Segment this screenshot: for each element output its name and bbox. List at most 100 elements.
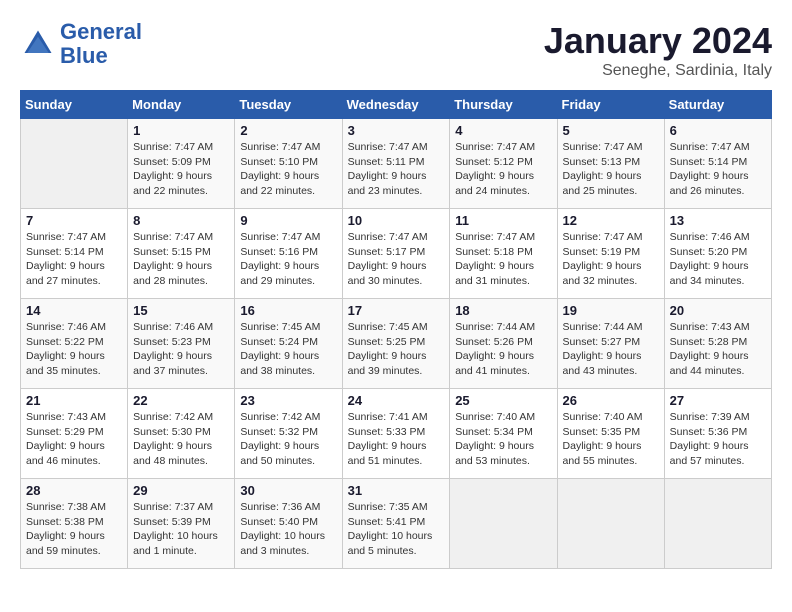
month-year-title: January 2024 [544,20,772,62]
calendar-week-row: 1Sunrise: 7:47 AMSunset: 5:09 PMDaylight… [21,119,772,209]
calendar-cell: 16Sunrise: 7:45 AMSunset: 5:24 PMDayligh… [235,299,342,389]
day-info: Sunrise: 7:40 AMSunset: 5:34 PMDaylight:… [455,410,551,469]
calendar-cell: 26 Sunrise: 7:40 AMSunset: 5:35 PMDayligh… [557,389,664,479]
day-info: Sunrise: 7:44 AMSunset: 5:26 PMDaylight:… [455,320,551,379]
calendar-cell: 4 Sunrise: 7:47 AMSunset: 5:12 PMDaylight… [450,119,557,209]
day-number: 17 [348,303,445,318]
day-info: Sunrise: 7:42 AMSunset: 5:32 PMDaylight:… [240,410,336,469]
calendar-cell: 14 Sunrise: 7:46 AMSunset: 5:22 PMDayligh… [21,299,128,389]
calendar-cell: 27Sunrise: 7:39 AMSunset: 5:36 PMDayligh… [664,389,771,479]
calendar-cell: 20Sunrise: 7:43 AMSunset: 5:28 PMDayligh… [664,299,771,389]
day-info: Sunrise: 7:47 AMSunset: 5:09 PMDaylight:… [133,140,229,199]
day-info: Sunrise: 7:46 AMSunset: 5:22 PMDaylight:… [26,320,122,379]
calendar-cell: 30 Sunrise: 7:36 AMSunset: 5:40 PMDayligh… [235,479,342,569]
calendar-week-row: 21Sunrise: 7:43 AMSunset: 5:29 PMDayligh… [21,389,772,479]
day-info: Sunrise: 7:39 AMSunset: 5:36 PMDaylight:… [670,410,766,469]
day-number: 18 [455,303,551,318]
calendar-cell: 10Sunrise: 7:47 AMSunset: 5:17 PMDayligh… [342,209,450,299]
calendar-cell: 8Sunrise: 7:47 AMSunset: 5:15 PMDaylight… [128,209,235,299]
weekday-header-sunday: Sunday [21,91,128,119]
calendar-cell: 2Sunrise: 7:47 AMSunset: 5:10 PMDaylight… [235,119,342,209]
day-info: Sunrise: 7:47 AMSunset: 5:17 PMDaylight:… [348,230,445,289]
day-number: 30 [240,483,336,498]
calendar-week-row: 14 Sunrise: 7:46 AMSunset: 5:22 PMDayligh… [21,299,772,389]
day-info: Sunrise: 7:43 AMSunset: 5:28 PMDaylight:… [670,320,766,379]
day-info: Sunrise: 7:47 AMSunset: 5:16 PMDaylight:… [240,230,336,289]
calendar-cell: 22 Sunrise: 7:42 AMSunset: 5:30 PMDayligh… [128,389,235,479]
day-number: 16 [240,303,336,318]
calendar-cell: 18 Sunrise: 7:44 AMSunset: 5:26 PMDayligh… [450,299,557,389]
calendar-week-row: 7Sunrise: 7:47 AMSunset: 5:14 PMDaylight… [21,209,772,299]
calendar-cell: 29Sunrise: 7:37 AMSunset: 5:39 PMDayligh… [128,479,235,569]
day-info: Sunrise: 7:47 AMSunset: 5:12 PMDaylight:… [455,140,551,199]
weekday-header-thursday: Thursday [450,91,557,119]
day-info: Sunrise: 7:44 AMSunset: 5:27 PMDaylight:… [563,320,659,379]
calendar-cell: 7Sunrise: 7:47 AMSunset: 5:14 PMDaylight… [21,209,128,299]
day-info: Sunrise: 7:47 AMSunset: 5:11 PMDaylight:… [348,140,445,199]
day-number: 13 [670,213,766,228]
day-number: 23 [240,393,336,408]
calendar-cell: 5 Sunrise: 7:47 AMSunset: 5:13 PMDaylight… [557,119,664,209]
logo-icon [20,26,56,62]
day-info: Sunrise: 7:46 AMSunset: 5:20 PMDaylight:… [670,230,766,289]
calendar-cell: 15 Sunrise: 7:46 AMSunset: 5:23 PMDayligh… [128,299,235,389]
day-info: Sunrise: 7:46 AMSunset: 5:23 PMDaylight:… [133,320,229,379]
day-number: 14 [26,303,122,318]
calendar-cell: 12 Sunrise: 7:47 AMSunset: 5:19 PMDayligh… [557,209,664,299]
weekday-header-row: SundayMondayTuesdayWednesdayThursdayFrid… [21,91,772,119]
day-info: Sunrise: 7:47 AMSunset: 5:15 PMDaylight:… [133,230,229,289]
day-info: Sunrise: 7:36 AMSunset: 5:40 PMDaylight:… [240,500,336,559]
calendar-cell [664,479,771,569]
day-number: 31 [348,483,445,498]
calendar-cell [450,479,557,569]
calendar-table: SundayMondayTuesdayWednesdayThursdayFrid… [20,90,772,569]
day-info: Sunrise: 7:35 AMSunset: 5:41 PMDaylight:… [348,500,445,559]
weekday-header-friday: Friday [557,91,664,119]
day-info: Sunrise: 7:38 AMSunset: 5:38 PMDaylight:… [26,500,122,559]
day-number: 29 [133,483,229,498]
weekday-header-saturday: Saturday [664,91,771,119]
weekday-header-monday: Monday [128,91,235,119]
day-info: Sunrise: 7:47 AMSunset: 5:13 PMDaylight:… [563,140,659,199]
day-info: Sunrise: 7:40 AMSunset: 5:35 PMDaylight:… [563,410,659,469]
day-number: 26 [563,393,659,408]
calendar-cell: 3 Sunrise: 7:47 AMSunset: 5:11 PMDaylight… [342,119,450,209]
day-number: 24 [348,393,445,408]
calendar-week-row: 28 Sunrise: 7:38 AMSunset: 5:38 PMDayligh… [21,479,772,569]
calendar-cell: 6Sunrise: 7:47 AMSunset: 5:14 PMDaylight… [664,119,771,209]
calendar-cell [21,119,128,209]
calendar-cell: 17 Sunrise: 7:45 AMSunset: 5:25 PMDayligh… [342,299,450,389]
page-header: General Blue January 2024 Seneghe, Sardi… [20,20,772,80]
day-number: 28 [26,483,122,498]
calendar-cell: 11Sunrise: 7:47 AMSunset: 5:18 PMDayligh… [450,209,557,299]
weekday-header-wednesday: Wednesday [342,91,450,119]
day-number: 25 [455,393,551,408]
day-number: 5 [563,123,659,138]
day-number: 21 [26,393,122,408]
calendar-cell: 25 Sunrise: 7:40 AMSunset: 5:34 PMDayligh… [450,389,557,479]
day-number: 12 [563,213,659,228]
weekday-header-tuesday: Tuesday [235,91,342,119]
day-number: 9 [240,213,336,228]
day-number: 22 [133,393,229,408]
title-block: January 2024 Seneghe, Sardinia, Italy [544,20,772,80]
calendar-cell: 1Sunrise: 7:47 AMSunset: 5:09 PMDaylight… [128,119,235,209]
calendar-cell: 31 Sunrise: 7:35 AMSunset: 5:41 PMDayligh… [342,479,450,569]
calendar-body: 1Sunrise: 7:47 AMSunset: 5:09 PMDaylight… [21,119,772,569]
day-number: 3 [348,123,445,138]
day-info: Sunrise: 7:47 AMSunset: 5:18 PMDaylight:… [455,230,551,289]
day-info: Sunrise: 7:45 AMSunset: 5:25 PMDaylight:… [348,320,445,379]
day-number: 4 [455,123,551,138]
calendar-cell: 28 Sunrise: 7:38 AMSunset: 5:38 PMDayligh… [21,479,128,569]
day-info: Sunrise: 7:47 AMSunset: 5:19 PMDaylight:… [563,230,659,289]
calendar-cell: 23 Sunrise: 7:42 AMSunset: 5:32 PMDayligh… [235,389,342,479]
day-info: Sunrise: 7:47 AMSunset: 5:10 PMDaylight:… [240,140,336,199]
day-number: 15 [133,303,229,318]
calendar-cell: 19 Sunrise: 7:44 AMSunset: 5:27 PMDayligh… [557,299,664,389]
calendar-cell: 21Sunrise: 7:43 AMSunset: 5:29 PMDayligh… [21,389,128,479]
calendar-cell: 9 Sunrise: 7:47 AMSunset: 5:16 PMDaylight… [235,209,342,299]
day-number: 19 [563,303,659,318]
logo-text: General Blue [60,20,142,68]
calendar-cell [557,479,664,569]
day-info: Sunrise: 7:42 AMSunset: 5:30 PMDaylight:… [133,410,229,469]
